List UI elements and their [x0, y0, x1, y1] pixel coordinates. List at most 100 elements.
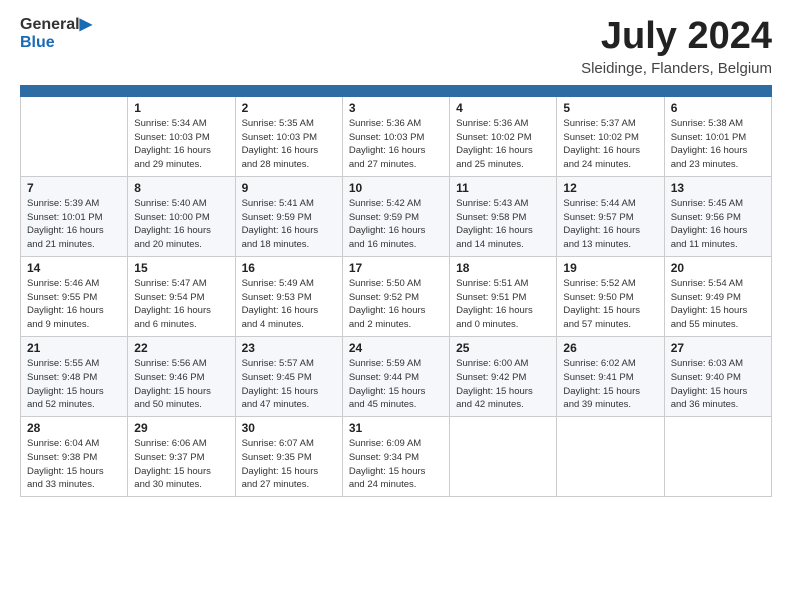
calendar-cell: 19 Sunrise: 5:52 AMSunset: 9:50 PMDaylig…	[557, 256, 664, 336]
calendar-cell: 25 Sunrise: 6:00 AMSunset: 9:42 PMDaylig…	[450, 336, 557, 416]
calendar-cell: 11 Sunrise: 5:43 AMSunset: 9:58 PMDaylig…	[450, 176, 557, 256]
day-number: 2	[242, 101, 336, 115]
calendar-week-3: 21 Sunrise: 5:55 AMSunset: 9:48 PMDaylig…	[21, 336, 772, 416]
day-number: 11	[456, 181, 550, 195]
day-info: Sunrise: 6:09 AMSunset: 9:34 PMDaylight:…	[349, 438, 426, 490]
day-info: Sunrise: 5:46 AMSunset: 9:55 PMDaylight:…	[27, 278, 104, 330]
header-row	[21, 85, 772, 96]
day-info: Sunrise: 5:47 AMSunset: 9:54 PMDaylight:…	[134, 278, 211, 330]
header: General▶ Blue July 2024 Sleidinge, Fland…	[20, 16, 772, 77]
day-info: Sunrise: 5:43 AMSunset: 9:58 PMDaylight:…	[456, 198, 533, 250]
calendar-cell: 7 Sunrise: 5:39 AMSunset: 10:01 PMDaylig…	[21, 176, 128, 256]
col-friday	[557, 85, 664, 96]
calendar-cell: 4 Sunrise: 5:36 AMSunset: 10:02 PMDaylig…	[450, 96, 557, 176]
day-number: 1	[134, 101, 228, 115]
day-number: 4	[456, 101, 550, 115]
day-number: 24	[349, 341, 443, 355]
day-number: 20	[671, 261, 765, 275]
col-tuesday	[235, 85, 342, 96]
calendar-cell: 12 Sunrise: 5:44 AMSunset: 9:57 PMDaylig…	[557, 176, 664, 256]
day-info: Sunrise: 5:56 AMSunset: 9:46 PMDaylight:…	[134, 358, 211, 410]
calendar-week-1: 7 Sunrise: 5:39 AMSunset: 10:01 PMDaylig…	[21, 176, 772, 256]
calendar-cell: 8 Sunrise: 5:40 AMSunset: 10:00 PMDaylig…	[128, 176, 235, 256]
day-number: 12	[563, 181, 657, 195]
day-number: 30	[242, 421, 336, 435]
day-info: Sunrise: 5:38 AMSunset: 10:01 PMDaylight…	[671, 118, 748, 170]
day-info: Sunrise: 5:50 AMSunset: 9:52 PMDaylight:…	[349, 278, 426, 330]
calendar-cell: 9 Sunrise: 5:41 AMSunset: 9:59 PMDayligh…	[235, 176, 342, 256]
calendar-cell: 2 Sunrise: 5:35 AMSunset: 10:03 PMDaylig…	[235, 96, 342, 176]
calendar-cell: 29 Sunrise: 6:06 AMSunset: 9:37 PMDaylig…	[128, 417, 235, 497]
calendar-cell: 15 Sunrise: 5:47 AMSunset: 9:54 PMDaylig…	[128, 256, 235, 336]
day-number: 3	[349, 101, 443, 115]
calendar-cell	[664, 417, 771, 497]
day-info: Sunrise: 5:59 AMSunset: 9:44 PMDaylight:…	[349, 358, 426, 410]
logo: General▶ Blue	[20, 16, 92, 51]
calendar-table: 1 Sunrise: 5:34 AMSunset: 10:03 PMDaylig…	[20, 85, 772, 497]
day-number: 7	[27, 181, 121, 195]
calendar-cell: 5 Sunrise: 5:37 AMSunset: 10:02 PMDaylig…	[557, 96, 664, 176]
calendar-cell	[21, 96, 128, 176]
day-number: 9	[242, 181, 336, 195]
calendar-cell: 14 Sunrise: 5:46 AMSunset: 9:55 PMDaylig…	[21, 256, 128, 336]
calendar-week-4: 28 Sunrise: 6:04 AMSunset: 9:38 PMDaylig…	[21, 417, 772, 497]
day-info: Sunrise: 5:36 AMSunset: 10:02 PMDaylight…	[456, 118, 533, 170]
calendar-cell: 22 Sunrise: 5:56 AMSunset: 9:46 PMDaylig…	[128, 336, 235, 416]
day-number: 15	[134, 261, 228, 275]
day-info: Sunrise: 5:52 AMSunset: 9:50 PMDaylight:…	[563, 278, 640, 330]
location-subtitle: Sleidinge, Flanders, Belgium	[581, 60, 772, 77]
day-info: Sunrise: 5:35 AMSunset: 10:03 PMDaylight…	[242, 118, 319, 170]
calendar-week-2: 14 Sunrise: 5:46 AMSunset: 9:55 PMDaylig…	[21, 256, 772, 336]
day-number: 18	[456, 261, 550, 275]
day-number: 19	[563, 261, 657, 275]
day-info: Sunrise: 5:42 AMSunset: 9:59 PMDaylight:…	[349, 198, 426, 250]
day-info: Sunrise: 6:07 AMSunset: 9:35 PMDaylight:…	[242, 438, 319, 490]
day-info: Sunrise: 6:04 AMSunset: 9:38 PMDaylight:…	[27, 438, 104, 490]
day-info: Sunrise: 5:51 AMSunset: 9:51 PMDaylight:…	[456, 278, 533, 330]
day-number: 8	[134, 181, 228, 195]
day-info: Sunrise: 5:41 AMSunset: 9:59 PMDaylight:…	[242, 198, 319, 250]
calendar-cell: 13 Sunrise: 5:45 AMSunset: 9:56 PMDaylig…	[664, 176, 771, 256]
calendar-cell: 16 Sunrise: 5:49 AMSunset: 9:53 PMDaylig…	[235, 256, 342, 336]
calendar-cell: 1 Sunrise: 5:34 AMSunset: 10:03 PMDaylig…	[128, 96, 235, 176]
col-sunday	[21, 85, 128, 96]
day-info: Sunrise: 5:45 AMSunset: 9:56 PMDaylight:…	[671, 198, 748, 250]
day-info: Sunrise: 5:54 AMSunset: 9:49 PMDaylight:…	[671, 278, 748, 330]
calendar-cell: 18 Sunrise: 5:51 AMSunset: 9:51 PMDaylig…	[450, 256, 557, 336]
calendar-cell: 27 Sunrise: 6:03 AMSunset: 9:40 PMDaylig…	[664, 336, 771, 416]
calendar-cell: 24 Sunrise: 5:59 AMSunset: 9:44 PMDaylig…	[342, 336, 449, 416]
day-number: 5	[563, 101, 657, 115]
day-info: Sunrise: 5:37 AMSunset: 10:02 PMDaylight…	[563, 118, 640, 170]
day-number: 22	[134, 341, 228, 355]
day-number: 28	[27, 421, 121, 435]
calendar-cell: 23 Sunrise: 5:57 AMSunset: 9:45 PMDaylig…	[235, 336, 342, 416]
calendar-cell: 31 Sunrise: 6:09 AMSunset: 9:34 PMDaylig…	[342, 417, 449, 497]
calendar-cell	[450, 417, 557, 497]
day-info: Sunrise: 5:40 AMSunset: 10:00 PMDaylight…	[134, 198, 211, 250]
day-number: 16	[242, 261, 336, 275]
day-info: Sunrise: 6:00 AMSunset: 9:42 PMDaylight:…	[456, 358, 533, 410]
calendar-cell	[557, 417, 664, 497]
calendar-cell: 6 Sunrise: 5:38 AMSunset: 10:01 PMDaylig…	[664, 96, 771, 176]
calendar-cell: 10 Sunrise: 5:42 AMSunset: 9:59 PMDaylig…	[342, 176, 449, 256]
col-monday	[128, 85, 235, 96]
title-block: July 2024 Sleidinge, Flanders, Belgium	[581, 16, 772, 77]
calendar-cell: 26 Sunrise: 6:02 AMSunset: 9:41 PMDaylig…	[557, 336, 664, 416]
col-thursday	[450, 85, 557, 96]
day-number: 25	[456, 341, 550, 355]
calendar-week-0: 1 Sunrise: 5:34 AMSunset: 10:03 PMDaylig…	[21, 96, 772, 176]
col-wednesday	[342, 85, 449, 96]
day-number: 29	[134, 421, 228, 435]
day-info: Sunrise: 6:06 AMSunset: 9:37 PMDaylight:…	[134, 438, 211, 490]
month-title: July 2024	[581, 16, 772, 58]
day-number: 6	[671, 101, 765, 115]
calendar-cell: 20 Sunrise: 5:54 AMSunset: 9:49 PMDaylig…	[664, 256, 771, 336]
day-number: 31	[349, 421, 443, 435]
day-info: Sunrise: 5:39 AMSunset: 10:01 PMDaylight…	[27, 198, 104, 250]
day-info: Sunrise: 5:34 AMSunset: 10:03 PMDaylight…	[134, 118, 211, 170]
day-info: Sunrise: 5:36 AMSunset: 10:03 PMDaylight…	[349, 118, 426, 170]
day-info: Sunrise: 6:02 AMSunset: 9:41 PMDaylight:…	[563, 358, 640, 410]
day-number: 27	[671, 341, 765, 355]
day-info: Sunrise: 5:44 AMSunset: 9:57 PMDaylight:…	[563, 198, 640, 250]
day-number: 23	[242, 341, 336, 355]
